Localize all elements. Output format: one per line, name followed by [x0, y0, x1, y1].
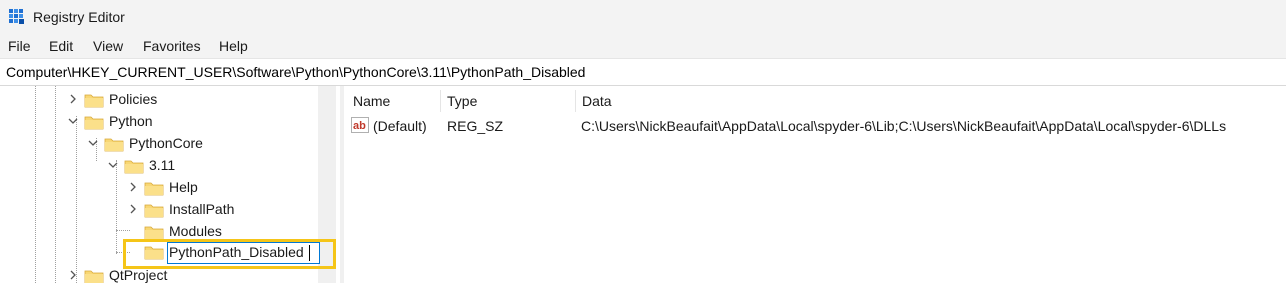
- chevron-right-icon[interactable]: [67, 269, 79, 281]
- chevron-down-icon[interactable]: [87, 137, 99, 149]
- tree-node-pythoncore[interactable]: PythonCore: [0, 132, 318, 154]
- chevron-right-icon[interactable]: [127, 181, 139, 193]
- value-type: REG_SZ: [447, 118, 504, 134]
- tree-node-policies[interactable]: Policies: [0, 88, 318, 110]
- column-header-name[interactable]: Name: [344, 86, 440, 113]
- chevron-down-icon[interactable]: [67, 115, 79, 127]
- address-bar[interactable]: Computer\HKEY_CURRENT_USER\Software\Pyth…: [0, 60, 1286, 86]
- value-name: (Default): [373, 118, 427, 134]
- folder-icon: [84, 92, 104, 108]
- folder-icon: [144, 180, 164, 196]
- highlight-annotation: [123, 239, 336, 269]
- chevron-right-icon[interactable]: [127, 203, 139, 215]
- column-header-type[interactable]: Type: [441, 86, 575, 113]
- tree-node-label: QtProject: [109, 267, 168, 283]
- menu-bar: File Edit View Favorites Help: [0, 34, 1286, 59]
- folder-icon: [84, 114, 104, 130]
- tree-node-label: PythonCore: [129, 135, 203, 151]
- tree-node-label: InstallPath: [169, 201, 235, 217]
- string-value-ab-icon: ab: [351, 117, 369, 133]
- tree-node-label: Help: [169, 179, 198, 195]
- menu-view[interactable]: View: [93, 38, 123, 54]
- title-bar: Registry Editor: [0, 0, 1286, 34]
- folder-icon: [144, 224, 164, 240]
- tree-node-label: Policies: [109, 91, 158, 107]
- tree-node-label: 3.11: [149, 157, 176, 173]
- column-header-data[interactable]: Data: [576, 86, 1286, 113]
- tree-node-label: Modules: [169, 223, 222, 239]
- menu-favorites[interactable]: Favorites: [143, 38, 201, 54]
- registry-editor-app-icon: [8, 8, 26, 26]
- tree-node-installpath[interactable]: InstallPath: [0, 198, 318, 220]
- values-list-pane[interactable]: Name Type Data ab (Default) REG_SZ C:\Us…: [344, 86, 1286, 283]
- folder-icon: [124, 158, 144, 174]
- menu-help[interactable]: Help: [219, 38, 248, 54]
- folder-icon: [84, 268, 104, 283]
- tree-node-help[interactable]: Help: [0, 176, 318, 198]
- menu-edit[interactable]: Edit: [49, 38, 73, 54]
- svg-text:ab: ab: [353, 120, 366, 132]
- folder-icon: [144, 202, 164, 218]
- address-path[interactable]: Computer\HKEY_CURRENT_USER\Software\Pyth…: [6, 64, 585, 80]
- value-row[interactable]: ab (Default) REG_SZ C:\Users\NickBeaufai…: [344, 114, 1286, 136]
- folder-icon: [104, 136, 124, 152]
- column-label: Data: [582, 93, 612, 109]
- tree-node-label: Python: [109, 113, 153, 129]
- chevron-right-icon[interactable]: [67, 93, 79, 105]
- tree-node-3-11[interactable]: 3.11: [0, 154, 318, 176]
- chevron-down-icon[interactable]: [107, 159, 119, 171]
- menu-file[interactable]: File: [8, 38, 31, 54]
- column-label: Name: [353, 93, 391, 109]
- tree-node-python[interactable]: Python: [0, 110, 318, 132]
- column-label: Type: [447, 93, 478, 109]
- value-data: C:\Users\NickBeaufait\AppData\Local\spyd…: [581, 118, 1227, 134]
- window-title: Registry Editor: [33, 9, 125, 25]
